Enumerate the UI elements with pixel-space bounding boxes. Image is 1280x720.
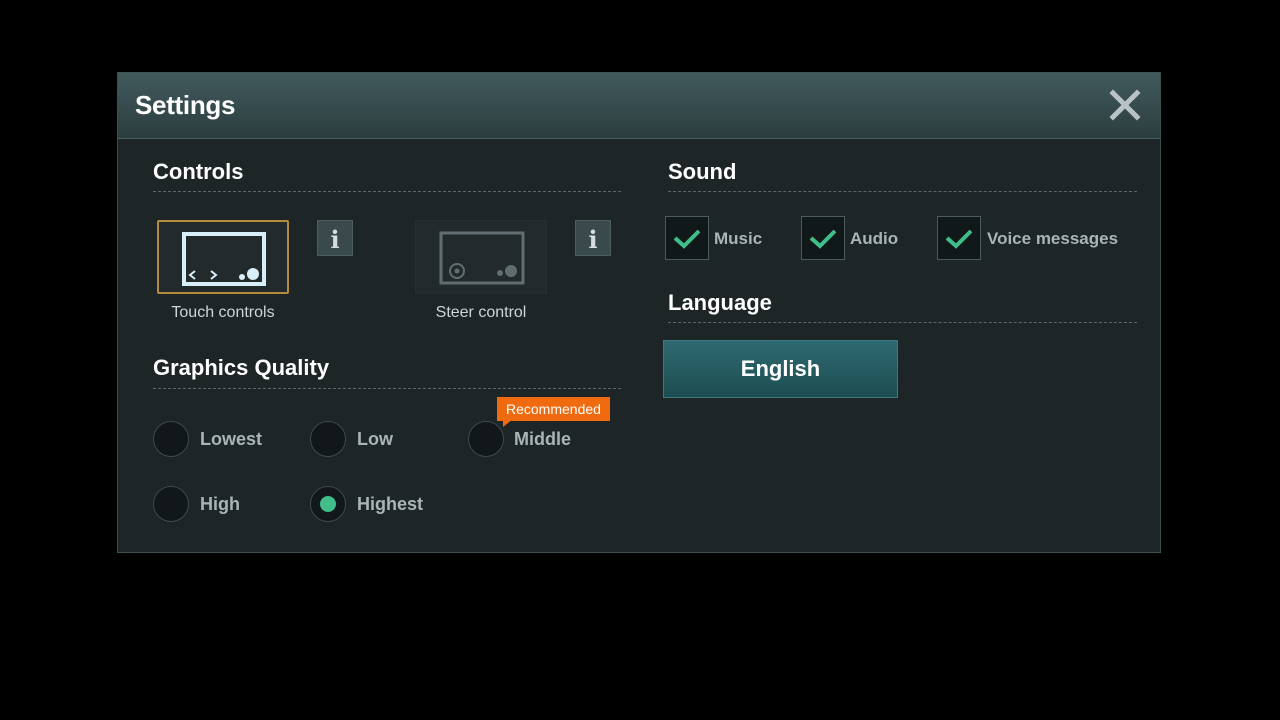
close-icon[interactable] <box>1108 88 1142 122</box>
recommended-badge: Recommended <box>497 397 610 421</box>
graphics-divider <box>153 388 621 389</box>
radio-high-label: High <box>200 494 240 514</box>
touch-controls-option[interactable] <box>157 220 289 294</box>
voice-messages-checkbox[interactable] <box>937 216 981 260</box>
radio-low-label: Low <box>357 429 393 449</box>
language-heading: Language <box>668 290 772 315</box>
audio-checkbox[interactable] <box>801 216 845 260</box>
checkmark-icon <box>673 229 701 249</box>
sound-heading: Sound <box>668 159 737 184</box>
radio-lowest[interactable] <box>153 421 189 457</box>
radio-low[interactable] <box>310 421 346 457</box>
voice-messages-label: Voice messages <box>987 229 1119 248</box>
radio-middle-label: Middle <box>514 429 571 449</box>
dialog-title: Settings <box>135 90 236 120</box>
checkmark-icon <box>809 229 837 249</box>
controls-divider <box>153 191 621 192</box>
language-button-label: English <box>740 356 821 381</box>
radio-middle[interactable] <box>468 421 504 457</box>
touch-controls-label: Touch controls <box>171 304 275 321</box>
recommended-badge-pointer <box>503 419 513 427</box>
steer-control-icon <box>439 231 525 285</box>
music-label: Music <box>714 229 763 248</box>
steer-control-label: Steer control <box>435 304 527 321</box>
controls-heading: Controls <box>153 159 244 184</box>
audio-label: Audio <box>850 229 899 248</box>
sound-divider <box>668 191 1137 192</box>
info-icon: i <box>330 225 340 254</box>
steer-control-option[interactable] <box>415 220 547 294</box>
touch-controls-icon <box>182 232 266 286</box>
graphics-quality-heading: Graphics Quality <box>153 355 330 380</box>
radio-highest[interactable] <box>310 486 346 522</box>
touch-controls-info-button[interactable]: i <box>317 220 353 256</box>
steer-control-info-button[interactable]: i <box>575 220 611 256</box>
language-divider <box>668 322 1137 323</box>
settings-dialog: Settings Controls Touch controls i Steer… <box>117 72 1161 553</box>
dialog-titlebar: Settings <box>118 73 1160 139</box>
checkmark-icon <box>945 229 973 249</box>
radio-high[interactable] <box>153 486 189 522</box>
language-button[interactable]: English <box>663 340 898 398</box>
radio-selected-dot <box>320 496 336 512</box>
radio-highest-label: Highest <box>357 494 424 514</box>
music-checkbox[interactable] <box>665 216 709 260</box>
info-icon: i <box>588 225 598 254</box>
radio-lowest-label: Lowest <box>200 429 263 449</box>
